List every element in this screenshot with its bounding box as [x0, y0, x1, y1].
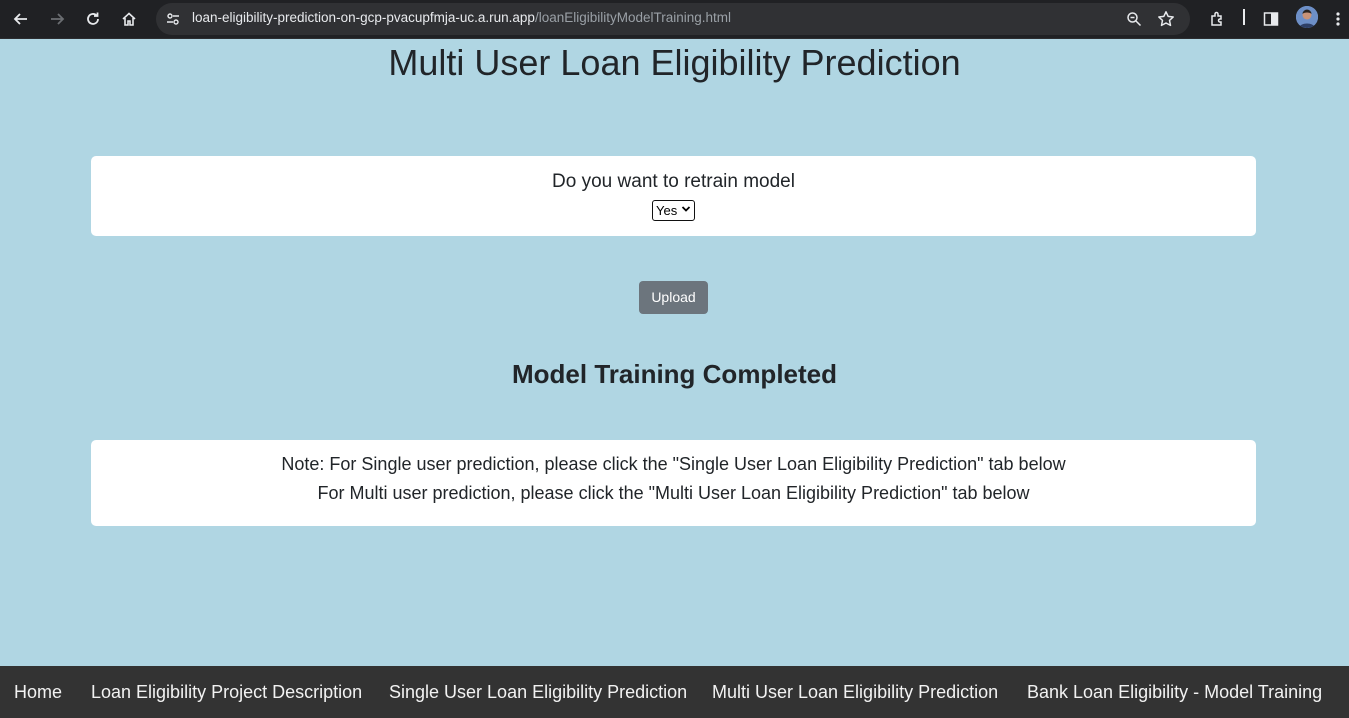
page-title: Multi User Loan Eligibility Prediction [388, 42, 961, 83]
home-icon[interactable] [114, 4, 144, 34]
nav-link-single-user-prediction[interactable]: Single User Loan Eligibility Prediction [389, 682, 687, 703]
toolbar-divider [1243, 9, 1245, 25]
url-text: loan-eligibility-prediction-on-gcp-pvacu… [192, 10, 731, 25]
site-settings-icon[interactable] [165, 11, 181, 32]
retrain-card: Do you want to retrain model Yes [91, 156, 1256, 236]
nav-link-home[interactable]: Home [14, 682, 62, 703]
url-host: loan-eligibility-prediction-on-gcp-pvacu… [192, 10, 535, 25]
reload-icon[interactable] [78, 4, 108, 34]
extensions-icon[interactable] [1203, 4, 1233, 34]
note-card: Note: For Single user prediction, please… [91, 440, 1256, 526]
footer-nav: Home Loan Eligibility Project Descriptio… [0, 666, 1349, 718]
retrain-select-value: Yes [656, 203, 678, 218]
profile-avatar[interactable] [1296, 6, 1318, 28]
side-panel-icon[interactable] [1256, 4, 1286, 34]
bookmark-star-icon[interactable] [1157, 10, 1175, 33]
upload-button[interactable]: Upload [639, 281, 708, 314]
forward-icon[interactable] [42, 4, 72, 34]
zoom-icon[interactable] [1126, 11, 1142, 32]
note-line-single: Note: For Single user prediction, please… [281, 454, 1066, 474]
training-status: Model Training Completed [511, 359, 837, 389]
nav-link-model-training[interactable]: Bank Loan Eligibility - Model Training [1027, 682, 1322, 703]
address-bar[interactable]: loan-eligibility-prediction-on-gcp-pvacu… [156, 3, 1190, 35]
url-path: /loanEligibilityModelTraining.html [534, 10, 732, 25]
note-line-multi: For Multi user prediction, please click … [317, 483, 1030, 503]
nav-link-multi-user-prediction[interactable]: Multi User Loan Eligibility Prediction [712, 682, 998, 703]
retrain-question: Do you want to retrain model [552, 171, 795, 192]
browser-toolbar: loan-eligibility-prediction-on-gcp-pvacu… [0, 0, 1349, 39]
retrain-select[interactable]: Yes [652, 200, 695, 221]
back-icon[interactable] [6, 4, 36, 34]
more-menu-icon[interactable] [1328, 4, 1348, 34]
chevron-down-icon [681, 202, 691, 221]
nav-link-project-description[interactable]: Loan Eligibility Project Description [91, 682, 362, 703]
